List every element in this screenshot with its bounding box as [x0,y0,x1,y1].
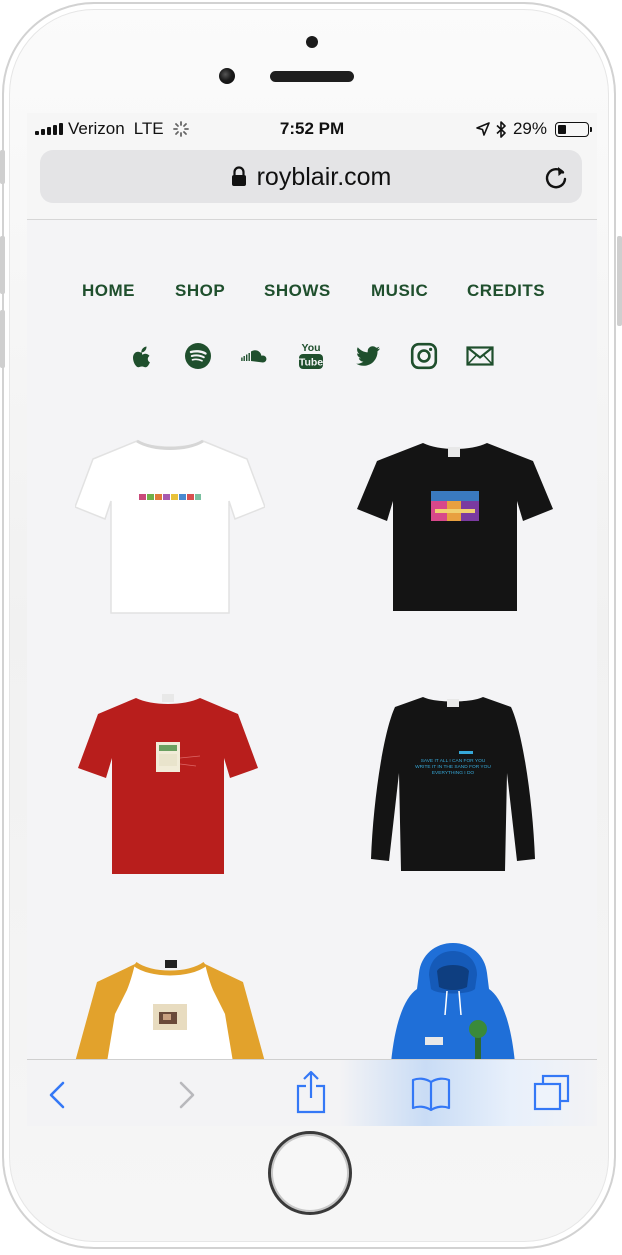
apple-icon[interactable] [128,342,156,370]
spotify-icon[interactable] [184,342,212,370]
browser-toolbar [27,1059,597,1126]
product-white-tee[interactable] [75,435,265,617]
address-bar-area: royblair.com [27,145,597,220]
forward-button[interactable] [177,1080,197,1110]
home-button[interactable] [268,1131,352,1215]
raglan-tee-graphic [153,1004,187,1030]
share-button[interactable] [295,1070,327,1114]
bookmarks-button[interactable] [411,1076,451,1112]
nav-shop[interactable]: SHOP [175,281,225,301]
svg-text:Tube: Tube [299,357,323,369]
longsleeve-text: SAVE IT ALL I CAN FOR YOU [421,758,486,764]
url-text: royblair.com [256,163,392,191]
nav-music[interactable]: MUSIC [371,281,428,301]
nav-shows[interactable]: SHOWS [264,281,331,301]
status-bar: Verizon LTE 7:52 PM 29% [27,113,597,145]
lock-icon [231,166,246,186]
product-black-tee[interactable] [357,439,553,613]
svg-text:EVERYTHING I DO: EVERYTHING I DO [432,770,475,776]
bluetooth-icon [496,120,506,138]
power-button [617,236,622,326]
soundcloud-icon[interactable] [240,342,270,370]
location-icon [476,122,490,136]
volume-up-button [0,236,5,294]
mute-switch [0,150,5,184]
nav-home[interactable]: HOME [82,281,135,301]
svg-text:WRITE IT IN THE SAND FOR YOU: WRITE IT IN THE SAND FOR YOU [415,764,491,770]
site-nav: HOME SHOP SHOWS MUSIC CREDITS [27,281,597,303]
product-blue-hoodie[interactable] [389,941,519,1063]
earpiece-speaker [270,71,354,82]
reload-icon[interactable] [543,164,569,190]
proximity-sensor [306,36,318,48]
email-icon[interactable] [466,342,494,370]
product-black-longsleeve[interactable]: SAVE IT ALL I CAN FOR YOU WRITE IT IN TH… [371,693,535,873]
product-red-tee[interactable] [78,692,258,876]
tabs-button[interactable] [533,1074,571,1112]
youtube-icon[interactable]: You Tube [297,340,325,372]
twitter-icon[interactable] [354,342,382,370]
social-links: You Tube [27,342,597,374]
volume-down-button [0,310,5,368]
instagram-icon[interactable] [410,342,438,370]
battery-icon [555,121,592,137]
battery-percent: 29% [512,119,547,138]
product-raglan-tee[interactable] [75,958,265,1063]
nav-credits[interactable]: CREDITS [467,281,545,301]
screen: Verizon LTE 7:52 PM 29% royblair.com HOM… [27,113,597,1126]
svg-text:You: You [301,342,320,354]
address-bar[interactable]: royblair.com [40,150,582,203]
front-camera [219,68,235,84]
white-tee-graphic [139,493,201,501]
back-button[interactable] [47,1080,67,1110]
black-tee-graphic [431,491,479,521]
